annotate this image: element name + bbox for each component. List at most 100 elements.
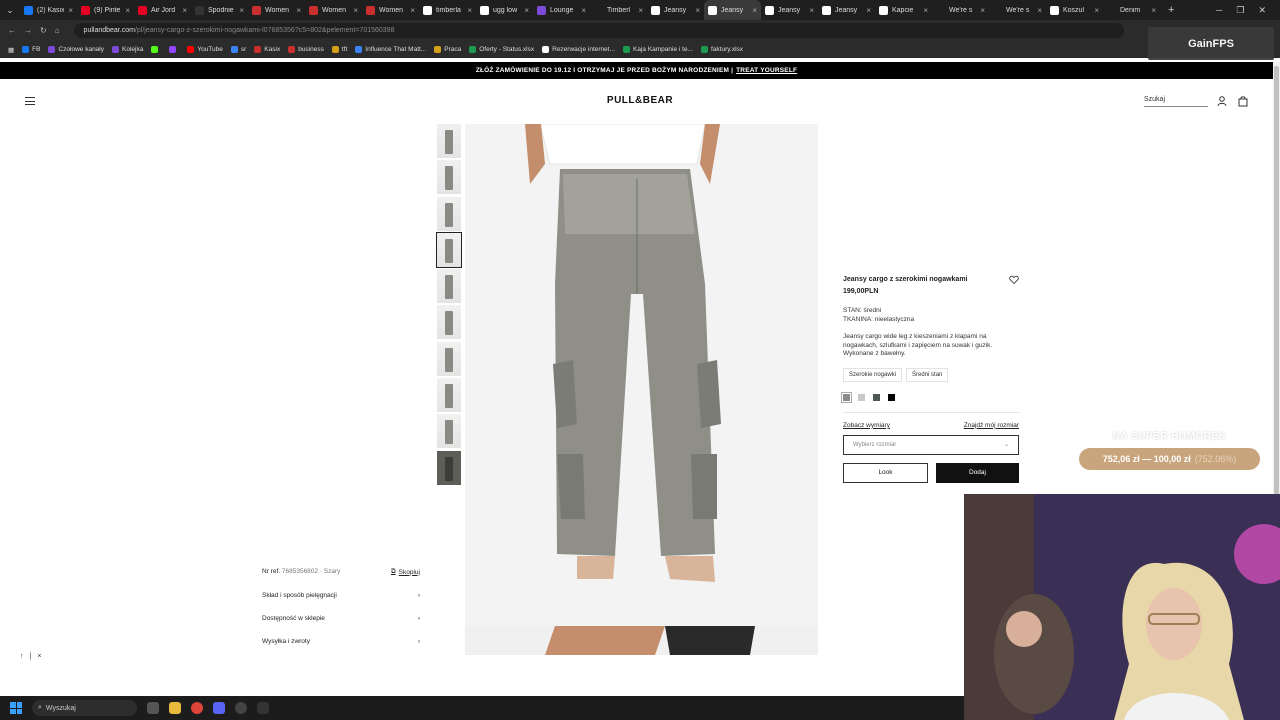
bookmark-item[interactable]: business xyxy=(288,46,324,53)
site-logo[interactable]: PULL&BEAR xyxy=(600,95,680,106)
product-second-image[interactable] xyxy=(465,626,818,655)
product-thumbnail[interactable] xyxy=(437,305,461,340)
bookmark-item[interactable]: sr xyxy=(230,46,246,53)
tab-close-icon[interactable]: × xyxy=(296,6,301,15)
tab-search-button[interactable]: ⌄ xyxy=(0,0,20,20)
browser-tab[interactable]: We're s × xyxy=(932,0,989,20)
color-swatch[interactable] xyxy=(888,393,895,401)
bookmark-item[interactable]: faktury.xlsx xyxy=(700,46,743,53)
terminal-icon[interactable] xyxy=(257,702,269,714)
tab-close-icon[interactable]: × xyxy=(752,6,757,15)
back-icon[interactable]: ← xyxy=(8,26,16,35)
browser-tab[interactable]: Denim × xyxy=(1103,0,1160,20)
look-button[interactable]: Look xyxy=(843,462,928,483)
scrollbar-thumb[interactable] xyxy=(1274,66,1279,496)
bookmark-item[interactable]: Rezerwacje internet... xyxy=(542,46,615,53)
tab-close-icon[interactable]: × xyxy=(581,6,586,15)
bookmark-item[interactable] xyxy=(169,46,179,53)
browser-tab[interactable]: Jeansy × xyxy=(704,0,761,20)
browser-tab[interactable]: Lounge × xyxy=(533,0,590,20)
discord-icon[interactable] xyxy=(213,702,225,714)
browser-tab[interactable]: We're s × xyxy=(989,0,1046,20)
product-thumbnail-selected[interactable] xyxy=(436,231,462,268)
bookmark-item[interactable]: Kasix xyxy=(254,46,280,53)
product-thumbnail[interactable] xyxy=(437,196,461,231)
url-field[interactable]: pullandbear.com/pl/jeansy-cargo-z-szerok… xyxy=(73,23,1124,38)
browser-tab[interactable]: (2) Kasix × xyxy=(20,0,77,20)
close-window-button[interactable]: ✕ xyxy=(1258,5,1266,16)
color-swatch[interactable] xyxy=(873,393,880,401)
browser-tab[interactable]: Women × xyxy=(248,0,305,20)
search-input[interactable]: Szukaj xyxy=(1144,96,1208,107)
bookmark-item[interactable]: Influence That Matt... xyxy=(355,46,426,53)
apps-grid-icon[interactable]: ▦ xyxy=(8,46,14,54)
bookmark-item[interactable]: FB xyxy=(22,46,40,53)
browser-tab[interactable]: Timberl × xyxy=(590,0,647,20)
tab-close-icon[interactable]: × xyxy=(866,6,871,15)
browser-tab[interactable]: Air Jord × xyxy=(134,0,191,20)
scroll-up-icon[interactable]: ↑ xyxy=(20,653,24,660)
bookmark-item[interactable] xyxy=(151,46,161,53)
browser-tab[interactable]: Spodnie × xyxy=(191,0,248,20)
tab-close-icon[interactable]: × xyxy=(410,6,415,15)
browser-tab[interactable]: timberla × xyxy=(419,0,476,20)
taskbar-search[interactable]: ⌕ Wyszukaj xyxy=(32,700,137,716)
browser-tab[interactable]: (9) Pinte × xyxy=(77,0,134,20)
tab-close-icon[interactable]: × xyxy=(467,6,472,15)
file-explorer-icon[interactable] xyxy=(169,702,181,714)
product-thumbnail[interactable] xyxy=(437,378,461,413)
widget-close-icon[interactable]: × xyxy=(37,653,41,660)
windows-start-icon[interactable] xyxy=(10,702,22,714)
home-icon[interactable]: ⌂ xyxy=(55,26,60,35)
tab-close-icon[interactable]: × xyxy=(695,6,700,15)
menu-icon[interactable] xyxy=(25,97,35,105)
browser-tab[interactable]: Koszul × xyxy=(1046,0,1103,20)
maximize-button[interactable]: ❐ xyxy=(1236,5,1244,16)
obs-icon[interactable] xyxy=(235,702,247,714)
task-view-icon[interactable] xyxy=(147,702,159,714)
tab-close-icon[interactable]: × xyxy=(1037,6,1042,15)
size-guide-link[interactable]: Zobacz wymiary xyxy=(843,422,890,429)
product-thumbnail[interactable] xyxy=(437,450,461,485)
tab-close-icon[interactable]: × xyxy=(524,6,529,15)
promo-link[interactable]: TREAT YOURSELF xyxy=(736,67,797,74)
tab-close-icon[interactable]: × xyxy=(923,6,928,15)
size-select[interactable]: Wybierz rozmiar ⌄ xyxy=(843,434,1019,455)
bookmark-item[interactable]: Kolejka xyxy=(112,46,143,53)
browser-tab[interactable]: Jeansy × xyxy=(818,0,875,20)
find-my-size-link[interactable]: Znajdź mój rozmiar xyxy=(964,422,1019,429)
tab-close-icon[interactable]: × xyxy=(239,6,244,15)
product-thumbnail[interactable] xyxy=(437,341,461,376)
product-thumbnail[interactable] xyxy=(437,124,461,158)
copy-button[interactable]: ⧉ Skopiuj xyxy=(391,568,420,576)
forward-icon[interactable]: → xyxy=(24,26,32,35)
accordion-item[interactable]: Skład i sposób pielęgnacji › xyxy=(262,592,420,599)
bookmark-item[interactable]: tft xyxy=(331,46,347,53)
tag-chip[interactable]: Średni stan xyxy=(906,367,949,382)
tab-close-icon[interactable]: × xyxy=(1151,6,1156,15)
add-to-cart-button[interactable]: Dodaj xyxy=(936,462,1019,483)
minimize-button[interactable]: ─ xyxy=(1216,5,1222,16)
tab-close-icon[interactable]: × xyxy=(125,6,130,15)
browser-tab[interactable]: Jeansy × xyxy=(761,0,818,20)
tab-close-icon[interactable]: × xyxy=(68,6,73,15)
tag-chip[interactable]: Szerokie nogawki xyxy=(843,367,903,382)
bookmark-item[interactable]: Czołowe kanały xyxy=(48,46,104,53)
browser-tab[interactable]: Jeansy × xyxy=(647,0,704,20)
tab-close-icon[interactable]: × xyxy=(638,6,643,15)
browser-tab[interactable]: Women × xyxy=(305,0,362,20)
browser-tab[interactable]: ugg low × xyxy=(476,0,533,20)
tab-close-icon[interactable]: × xyxy=(809,6,814,15)
tab-close-icon[interactable]: × xyxy=(182,6,187,15)
bookmark-item[interactable]: YouTube xyxy=(187,46,223,53)
wishlist-heart-icon[interactable] xyxy=(1009,275,1019,285)
product-main-image[interactable] xyxy=(465,124,818,626)
browser-tab[interactable]: Kapcie × xyxy=(875,0,932,20)
tab-close-icon[interactable]: × xyxy=(980,6,985,15)
product-thumbnail[interactable] xyxy=(437,269,461,304)
browser-tab[interactable]: Women × xyxy=(362,0,419,20)
reload-icon[interactable]: ↻ xyxy=(40,26,47,35)
new-tab-button[interactable]: + xyxy=(1160,4,1182,16)
user-icon[interactable] xyxy=(1216,95,1228,107)
tab-close-icon[interactable]: × xyxy=(353,6,358,15)
